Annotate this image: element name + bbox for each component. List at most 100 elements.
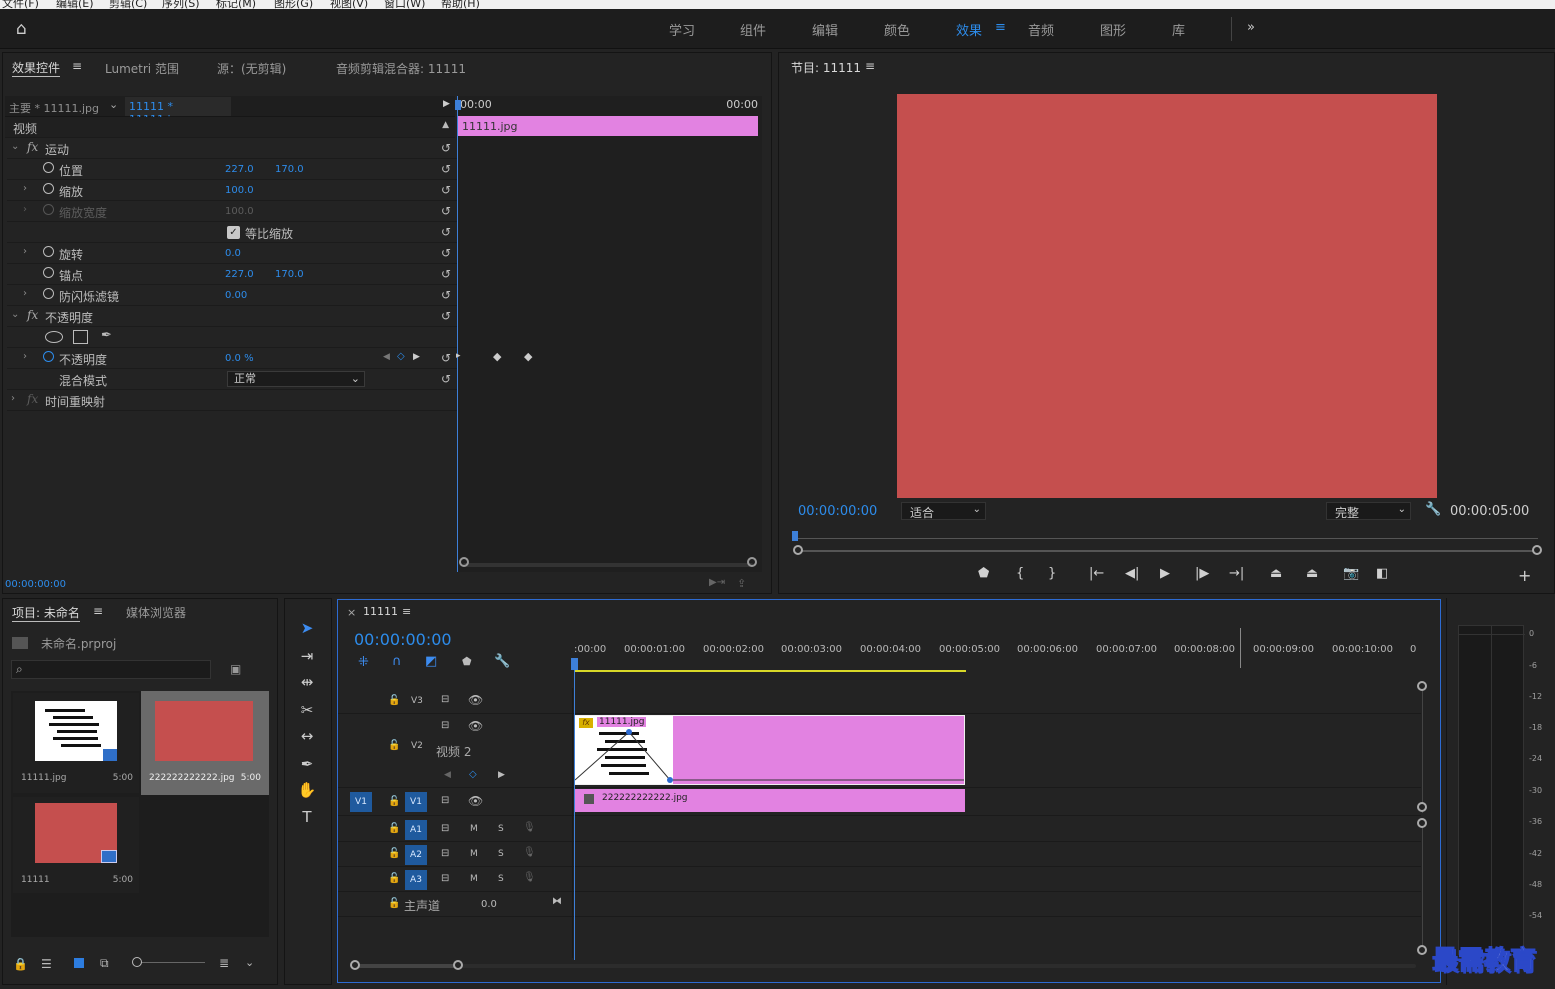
scroll-handle[interactable] bbox=[1417, 681, 1427, 691]
timeline-timecode[interactable]: 00:00:00:00 bbox=[354, 630, 452, 649]
lock-icon[interactable]: 🔓 bbox=[388, 740, 400, 751]
menu-marker[interactable]: 标记(M) bbox=[216, 0, 256, 9]
go-to-end-icon[interactable]: ⧓ bbox=[552, 896, 562, 907]
workspace-learn[interactable]: 学习 bbox=[669, 20, 695, 39]
timeline-h-thumb[interactable] bbox=[354, 964, 458, 968]
stopwatch-icon[interactable] bbox=[43, 267, 54, 278]
sequence-clip-label[interactable]: 11111 * 11111.jpg bbox=[125, 97, 231, 126]
mark-in-icon[interactable]: { bbox=[1016, 566, 1024, 581]
program-timecode[interactable]: 00:00:00:00 bbox=[798, 504, 877, 519]
zoom-slider-handle[interactable] bbox=[132, 957, 142, 967]
linked-selection-icon[interactable]: ◩ bbox=[425, 654, 437, 669]
mini-playhead-handle[interactable] bbox=[455, 100, 461, 110]
audio-v-scrollbar[interactable] bbox=[1422, 822, 1423, 952]
add-marker-icon[interactable]: ⬟ bbox=[462, 655, 472, 668]
eye-icon[interactable]: 👁 bbox=[468, 693, 483, 707]
add-button-icon[interactable]: + bbox=[1518, 566, 1531, 585]
sync-lock-icon[interactable]: ⊟ bbox=[441, 873, 449, 884]
flicker-value[interactable]: 0.00 bbox=[225, 290, 247, 301]
wrench-icon[interactable]: 🔧 bbox=[494, 654, 510, 669]
menu-clip[interactable]: 剪辑(C) bbox=[109, 0, 147, 9]
go-to-in-icon[interactable]: |← bbox=[1089, 566, 1104, 581]
pen-tool-icon[interactable]: ✒ bbox=[295, 753, 319, 775]
workspace-editing[interactable]: 编辑 bbox=[812, 20, 838, 39]
lock-icon[interactable]: 🔓 bbox=[388, 695, 400, 706]
reset-icon[interactable]: ↺ bbox=[441, 288, 451, 302]
ripple-edit-tool-icon[interactable]: ⇹ bbox=[295, 671, 319, 693]
mute-button[interactable]: M bbox=[470, 849, 478, 859]
master-clip-label[interactable]: 主要 * 11111.jpg bbox=[9, 100, 99, 116]
sort-icon[interactable]: ≣ bbox=[219, 956, 229, 970]
stopwatch-icon[interactable] bbox=[43, 351, 54, 362]
chevron-down-icon[interactable]: ⌄ bbox=[245, 956, 254, 969]
step-back-icon[interactable]: ◀| bbox=[1125, 566, 1139, 581]
timeline-ruler[interactable]: :00:00 00:00:01:00 00:00:02:00 00:00:03:… bbox=[574, 628, 1422, 674]
solo-button[interactable]: S bbox=[498, 874, 504, 884]
anchor-x-value[interactable]: 227.0 bbox=[225, 269, 254, 280]
sync-lock-icon[interactable]: ⊟ bbox=[441, 694, 449, 705]
reset-icon[interactable]: ↺ bbox=[441, 183, 451, 197]
compare-view-icon[interactable]: ◧ bbox=[1376, 566, 1388, 581]
pen-mask-icon[interactable]: ✒ bbox=[101, 328, 112, 343]
lock-icon[interactable]: 🔓 bbox=[388, 796, 400, 807]
reset-icon[interactable]: ↺ bbox=[441, 204, 451, 218]
mute-button[interactable]: M bbox=[470, 824, 478, 834]
next-keyframe-icon[interactable]: ▶ bbox=[498, 770, 505, 780]
reset-icon[interactable]: ↺ bbox=[441, 267, 451, 281]
zoom-handle-left[interactable] bbox=[350, 960, 360, 970]
mini-scrollbar[interactable] bbox=[463, 563, 753, 567]
reset-icon[interactable]: ↺ bbox=[441, 162, 451, 176]
menu-graphics[interactable]: 图形(G) bbox=[274, 0, 313, 9]
timeline-h-scrollbar[interactable] bbox=[354, 964, 1416, 968]
master-volume-value[interactable]: 0.0 bbox=[481, 899, 497, 910]
fx-icon[interactable]: fx bbox=[27, 140, 38, 154]
sync-lock-icon[interactable]: ⊟ bbox=[441, 795, 449, 806]
scroll-handle-right[interactable] bbox=[747, 557, 757, 567]
program-video-frame[interactable] bbox=[897, 94, 1437, 498]
mark-out-icon[interactable]: } bbox=[1048, 566, 1056, 581]
wrench-icon[interactable]: 🔧 bbox=[1425, 502, 1441, 517]
chevron-down-icon[interactable]: ⌄ bbox=[11, 309, 19, 320]
monitor-playhead[interactable] bbox=[792, 531, 798, 541]
microphone-icon[interactable]: 🎙 bbox=[523, 847, 536, 858]
track-v2-name[interactable]: 视频 2 bbox=[436, 743, 471, 760]
scroll-handle[interactable] bbox=[1417, 818, 1427, 828]
quality-select[interactable]: 完整 ⌄ bbox=[1326, 502, 1411, 520]
list-view-icon[interactable]: ☰ bbox=[41, 957, 52, 971]
project-item-selected[interactable]: 222222222222.jpg 5:00 bbox=[141, 691, 269, 795]
lift-icon[interactable]: ⏏ bbox=[1270, 566, 1282, 581]
freeform-view-icon[interactable]: ⧉ bbox=[100, 956, 109, 971]
eye-icon[interactable]: 👁 bbox=[468, 794, 483, 808]
microphone-icon[interactable]: 🎙 bbox=[523, 822, 536, 833]
panel-menu-icon[interactable]: ≡ bbox=[93, 604, 103, 618]
clip-v1[interactable]: 222222222222.jpg bbox=[574, 789, 965, 812]
menu-window[interactable]: 窗口(W) bbox=[384, 0, 425, 9]
prev-keyframe-icon[interactable]: ◀ bbox=[444, 770, 451, 780]
reset-icon[interactable]: ↺ bbox=[441, 351, 451, 365]
source-v1-target[interactable]: V1 bbox=[350, 792, 372, 812]
lock-icon[interactable]: 🔓 bbox=[388, 823, 400, 834]
selection-tool-icon[interactable]: ➤ bbox=[295, 617, 319, 639]
scale-value[interactable]: 100.0 bbox=[225, 185, 254, 196]
reset-icon[interactable]: ↺ bbox=[441, 141, 451, 155]
more-workspaces-icon[interactable]: » bbox=[1247, 20, 1255, 35]
video-v-scrollbar[interactable] bbox=[1422, 688, 1423, 813]
anchor-y-value[interactable]: 170.0 bbox=[275, 269, 304, 280]
camera-icon[interactable]: 📷 bbox=[1343, 566, 1359, 581]
razor-tool-icon[interactable]: ✂ bbox=[295, 699, 319, 721]
add-marker-icon[interactable]: ⬟ bbox=[978, 566, 989, 581]
workspace-effects[interactable]: 效果 bbox=[956, 20, 982, 39]
track-a2-target[interactable]: A2 bbox=[405, 845, 427, 865]
playhead-handle[interactable] bbox=[571, 658, 578, 670]
zoom-handle-right[interactable] bbox=[453, 960, 463, 970]
reset-icon[interactable]: ↺ bbox=[441, 309, 451, 323]
workspace-audio[interactable]: 音频 bbox=[1028, 20, 1054, 39]
monitor-ruler[interactable] bbox=[796, 538, 1538, 539]
prev-keyframe-icon[interactable]: ◀ bbox=[383, 352, 390, 362]
zoom-handle-left[interactable] bbox=[793, 545, 803, 555]
scroll-handle[interactable] bbox=[1417, 945, 1427, 955]
tab-media-browser[interactable]: 媒体浏览器 bbox=[126, 604, 186, 621]
workspace-graphics[interactable]: 图形 bbox=[1100, 20, 1126, 39]
lock-icon[interactable]: 🔓 bbox=[388, 898, 400, 909]
chevron-right-icon[interactable]: › bbox=[23, 183, 27, 194]
